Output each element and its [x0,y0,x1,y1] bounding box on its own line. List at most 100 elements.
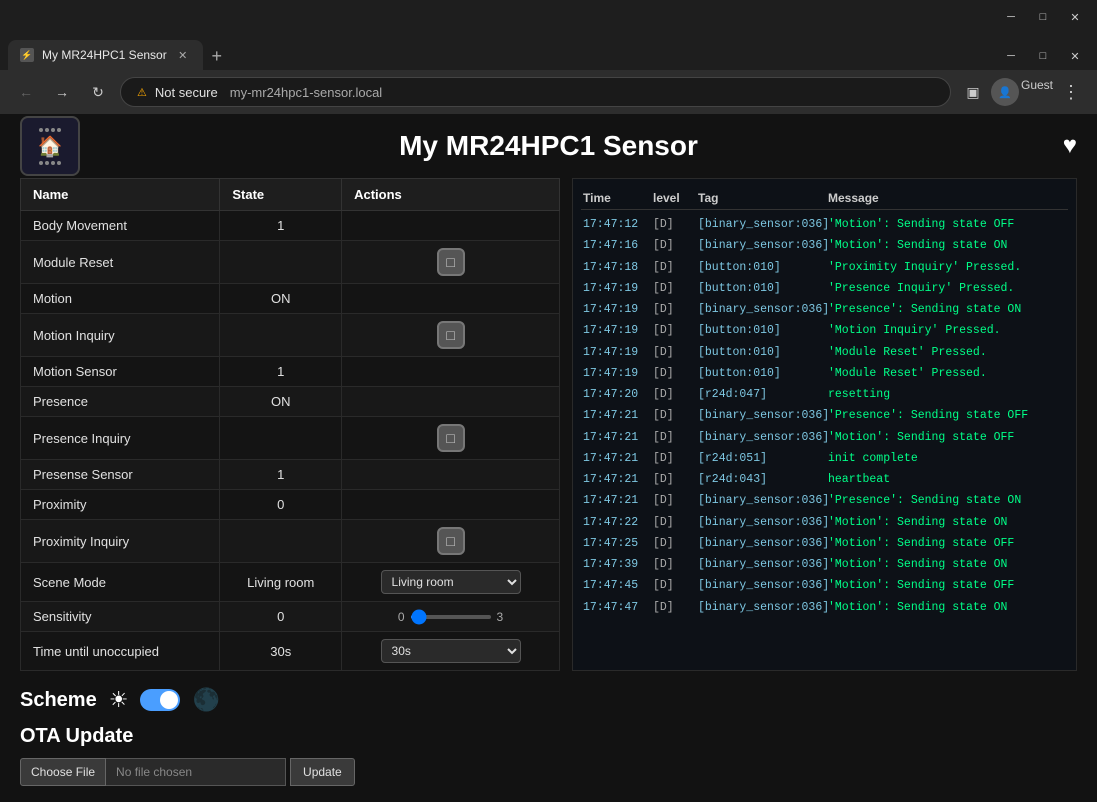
log-message: 'Motion': Sending state OFF [828,535,1066,552]
new-tab-button[interactable]: + [203,42,231,70]
reload-button[interactable]: ↻ [84,78,112,106]
log-entry: 17:47:19[D][button:010]'Module Reset' Pr… [581,342,1068,363]
favorite-button[interactable]: ♥ [1063,132,1077,160]
log-level: [D] [653,577,698,594]
log-time: 17:47:19 [583,365,653,382]
log-message: 'Motion': Sending state OFF [828,429,1066,446]
minimize-button[interactable]: ─ [997,3,1025,31]
log-message: 'Motion': Sending state OFF [828,216,1066,233]
chip-dots-bottom [39,161,61,165]
maximize-button[interactable]: □ [1029,3,1057,31]
window-controls-right: ─ □ ✕ [997,3,1089,31]
log-panel: Time level Tag Message 17:47:12[D][binar… [572,178,1077,671]
close-button[interactable]: ✕ [1061,3,1089,31]
log-level: [D] [653,344,698,361]
title-bar: ─ □ ✕ [0,0,1097,34]
tab-minimize-button[interactable]: ─ [997,42,1025,70]
security-label: Not secure [155,85,218,100]
profile-button[interactable]: 👤 [991,78,1019,106]
theme-toggle[interactable] [140,689,180,711]
tab-title: My MR24HPC1 Sensor [42,48,167,62]
tab-win-controls: ─ □ ✕ [997,42,1089,70]
choose-file-button[interactable]: Choose File [20,758,106,786]
tab-maximize-button[interactable]: □ [1029,42,1057,70]
security-warning-icon: ⚠ [137,86,147,99]
log-tag: [binary_sensor:036] [698,429,828,446]
sensor-state: 1 [220,460,342,490]
log-tag: [r24d:043] [698,471,828,488]
log-level: [D] [653,365,698,382]
log-level: [D] [653,386,698,403]
sensor-state: 1 [220,211,342,241]
sensor-name: Presense Sensor [21,460,220,490]
log-level: [D] [653,556,698,573]
sensor-name: Scene Mode [21,563,220,602]
sensor-state [220,417,342,460]
sensor-actions: 03 [342,602,560,632]
log-message: 'Motion': Sending state OFF [828,577,1066,594]
url-box[interactable]: ⚠ Not secure my-mr24hpc1-sensor.local [120,77,951,107]
sensitivity-slider[interactable] [411,615,491,619]
log-col-tag: Tag [698,191,828,205]
log-time: 17:47:20 [583,386,653,403]
moon-icon[interactable]: 🌑 [192,687,219,713]
log-level: [D] [653,471,698,488]
sensor-state: 1 [220,357,342,387]
log-message: 'Presence': Sending state ON [828,492,1066,509]
log-entry: 17:47:19[D][button:010]'Motion Inquiry' … [581,320,1068,341]
forward-button[interactable]: → [48,78,76,106]
log-entry: 17:47:25[D][binary_sensor:036]'Motion': … [581,533,1068,554]
sun-icon[interactable]: ☀ [109,687,129,713]
log-tag: [binary_sensor:036] [698,577,828,594]
scheme-row: Scheme ☀ 🌑 [20,687,1077,713]
log-time: 17:47:19 [583,322,653,339]
sensor-state [220,520,342,563]
log-entry: 17:47:21[D][r24d:043]heartbeat [581,469,1068,490]
log-message: 'Proximity Inquiry' Pressed. [828,259,1066,276]
action-button[interactable]: □ [437,248,465,276]
log-entry: 17:47:21[D][r24d:051]init complete [581,448,1068,469]
log-tag: [button:010] [698,344,828,361]
chip-dot [39,128,43,132]
log-tag: [button:010] [698,365,828,382]
active-tab[interactable]: ⚡ My MR24HPC1 Sensor ✕ [8,40,203,70]
sensor-state: 0 [220,490,342,520]
log-entry: 17:47:21[D][binary_sensor:036]'Presence'… [581,405,1068,426]
time-unoccupied-select[interactable]: 10s30s60s120s300s [381,639,521,663]
sensor-name: Presence Inquiry [21,417,220,460]
log-message: 'Presence Inquiry' Pressed. [828,280,1066,297]
sidebar-toggle-button[interactable]: ▣ [959,78,987,106]
sensor-table-container: Name State Actions Body Movement1Module … [20,178,560,671]
sensor-name: Presence [21,387,220,417]
action-button[interactable]: □ [437,527,465,555]
action-button[interactable]: □ [437,321,465,349]
sensor-actions: □ [342,241,560,284]
sensor-name: Motion [21,284,220,314]
sensor-name: Body Movement [21,211,220,241]
tab-close-button[interactable]: ✕ [1061,42,1089,70]
log-level: [D] [653,259,698,276]
log-message: heartbeat [828,471,1066,488]
profile-icon: 👤 [998,86,1012,99]
back-button[interactable]: ← [12,78,40,106]
toggle-knob [160,691,178,709]
sensor-state [220,241,342,284]
log-message: 'Presence': Sending state ON [828,301,1066,318]
scene-mode-select[interactable]: Living roomBedroomBathroomArea detection [381,570,521,594]
log-entry: 17:47:18[D][button:010]'Proximity Inquir… [581,257,1068,278]
tab-close-icon[interactable]: ✕ [175,47,191,63]
log-time: 17:47:21 [583,471,653,488]
browser-menu-button[interactable]: ⋮ [1057,78,1085,106]
chip-dot [45,128,49,132]
chip-dot [45,161,49,165]
log-message: 'Motion': Sending state ON [828,556,1066,573]
update-button[interactable]: Update [290,758,355,786]
sensor-actions: Living roomBedroomBathroomArea detection [342,563,560,602]
log-rows: 17:47:12[D][binary_sensor:036]'Motion': … [581,214,1068,618]
log-tag: [button:010] [698,322,828,339]
log-time: 17:47:39 [583,556,653,573]
log-level: [D] [653,599,698,616]
log-tag: [button:010] [698,280,828,297]
chip-dot [57,128,61,132]
action-button[interactable]: □ [437,424,465,452]
